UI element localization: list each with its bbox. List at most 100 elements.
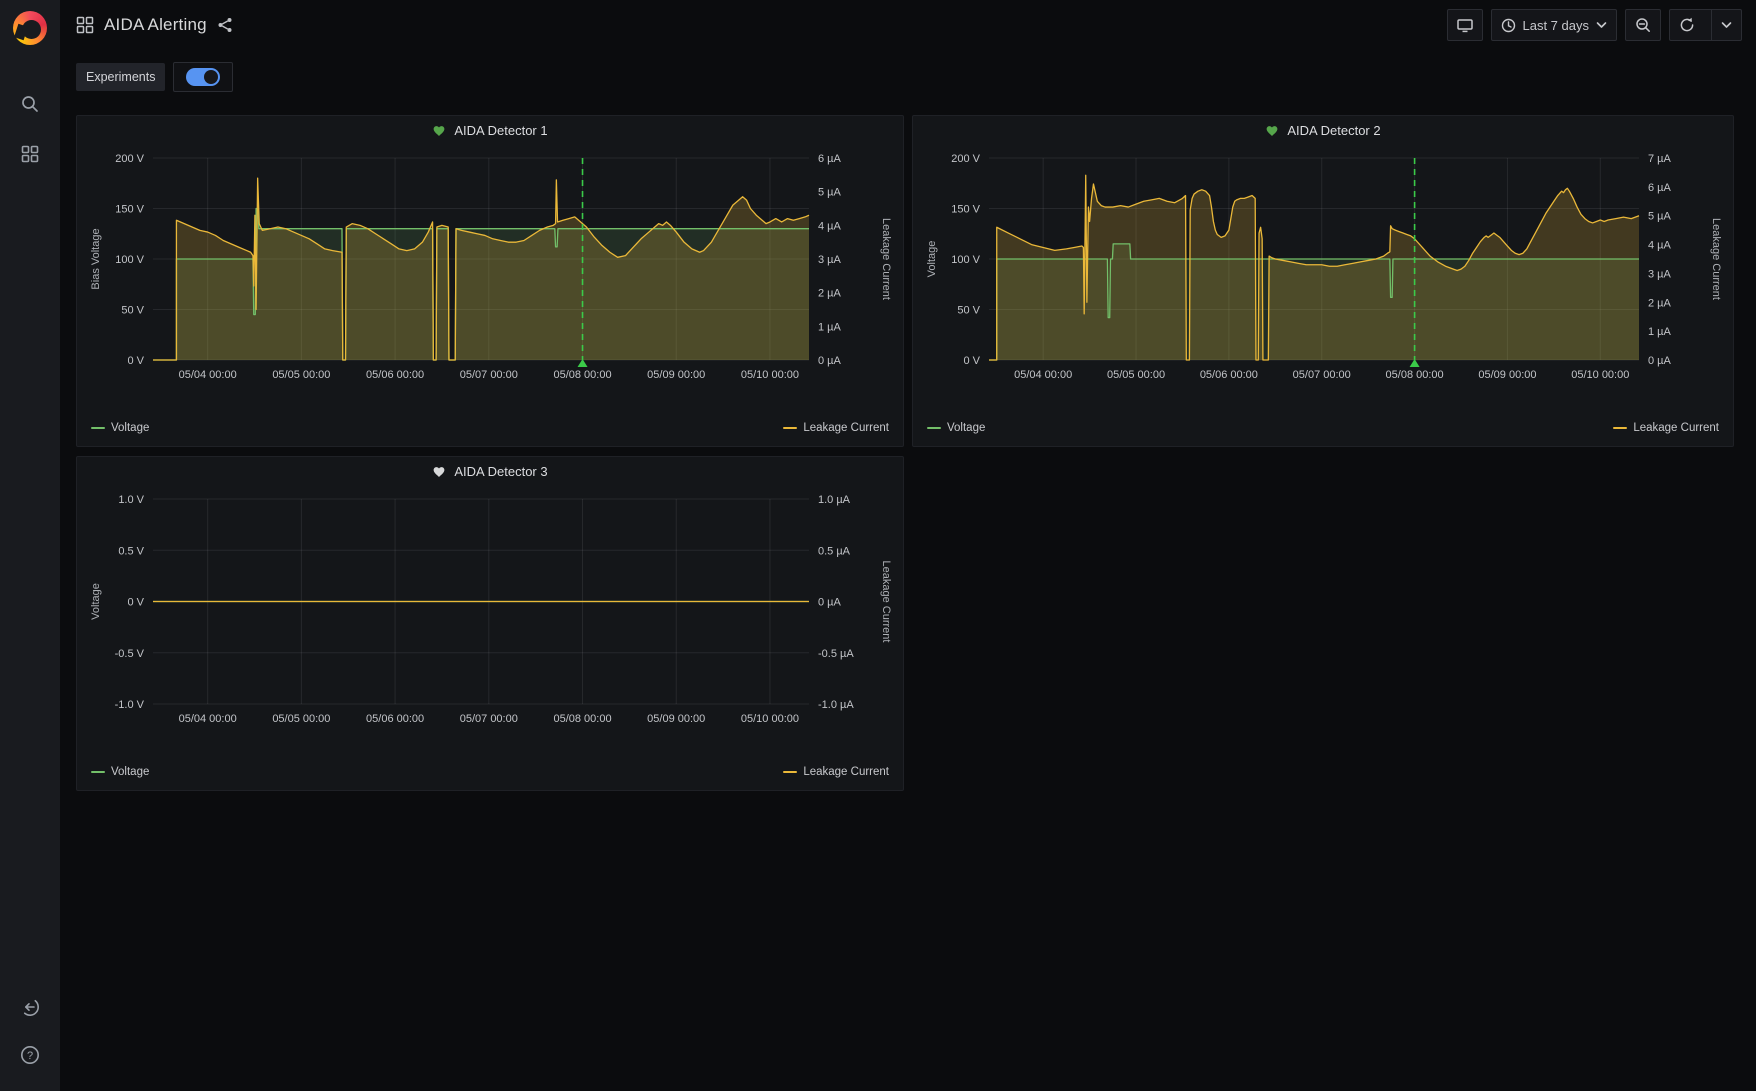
zoom-out-icon — [1635, 17, 1651, 33]
tv-icon — [1457, 18, 1473, 33]
page-title: AIDA Alerting — [104, 15, 207, 35]
experiments-label: Experiments — [76, 63, 165, 91]
timeseries-chart[interactable]: 05/04 00:0005/05 00:0005/06 00:0005/07 0… — [85, 144, 895, 396]
search-icon[interactable] — [0, 82, 60, 126]
leakage-series-swatch — [783, 427, 797, 430]
svg-text:05/08 00:00: 05/08 00:00 — [1386, 369, 1444, 381]
share-icon[interactable] — [217, 17, 233, 33]
help-icon[interactable]: ? — [0, 1033, 60, 1077]
svg-text:-1.0 V: -1.0 V — [115, 699, 145, 711]
svg-text:05/05 00:00: 05/05 00:00 — [272, 713, 330, 725]
svg-text:4 µA: 4 µA — [818, 220, 842, 232]
time-range-picker[interactable]: Last 7 days — [1491, 9, 1618, 41]
panel-title-text: AIDA Detector 3 — [454, 464, 547, 479]
legend-item-leakage-current[interactable]: Leakage Current — [783, 422, 889, 434]
svg-text:0 µA: 0 µA — [1648, 355, 1672, 367]
svg-text:05/04 00:00: 05/04 00:00 — [1014, 369, 1072, 381]
experiments-toggle[interactable] — [173, 62, 233, 92]
svg-text:150 V: 150 V — [115, 204, 144, 216]
svg-text:50 V: 50 V — [121, 305, 144, 317]
health-heart-icon — [432, 465, 446, 478]
grafana-app: ? AIDA Alerting — [0, 0, 1756, 1091]
zoom-out-button[interactable] — [1625, 9, 1661, 41]
svg-text:Voltage: Voltage — [90, 583, 102, 620]
experiments-toggle-track — [186, 68, 220, 86]
apps-grid-icon[interactable] — [0, 132, 60, 176]
svg-text:05/04 00:00: 05/04 00:00 — [179, 369, 237, 381]
svg-text:05/07 00:00: 05/07 00:00 — [1293, 369, 1351, 381]
legend: Voltage Leakage Current — [921, 416, 1725, 440]
panel-aida-detector-1: AIDA Detector 1 05/04 00:00 05/05 00:00 05… — [76, 115, 904, 447]
svg-text:1 µA: 1 µA — [818, 321, 842, 333]
refresh-icon — [1679, 17, 1695, 33]
svg-text:6 µA: 6 µA — [1648, 182, 1672, 194]
svg-text:5 µA: 5 µA — [1648, 211, 1672, 223]
legend-item-voltage[interactable]: Voltage — [91, 766, 149, 778]
svg-text:3 µA: 3 µA — [818, 254, 842, 266]
svg-text:Leakage Current: Leakage Current — [880, 561, 892, 643]
svg-text:05/09 00:00: 05/09 00:00 — [1478, 369, 1536, 381]
svg-text:Leakage Current: Leakage Current — [1710, 218, 1722, 300]
svg-text:0.5 V: 0.5 V — [118, 545, 144, 557]
svg-text:Bias Voltage: Bias Voltage — [90, 228, 102, 289]
timeseries-chart[interactable]: 05/04 00:0005/05 00:0005/06 00:0005/07 0… — [921, 144, 1725, 396]
health-heart-icon — [1265, 124, 1279, 137]
svg-text:0 V: 0 V — [127, 597, 144, 609]
grafana-logo[interactable] — [0, 2, 60, 54]
svg-text:Leakage Current: Leakage Current — [880, 218, 892, 300]
leakage-series-swatch — [783, 771, 797, 774]
svg-text:5 µA: 5 µA — [818, 187, 842, 199]
svg-text:0 V: 0 V — [963, 355, 980, 367]
svg-text:05/05 00:00: 05/05 00:00 — [272, 369, 330, 381]
svg-text:4 µA: 4 µA — [1648, 240, 1672, 252]
svg-text:1 µA: 1 µA — [1648, 326, 1672, 338]
panel-title[interactable]: AIDA Detector 3 — [85, 457, 895, 485]
svg-text:1.0 V: 1.0 V — [118, 494, 144, 506]
tv-mode-button[interactable] — [1447, 9, 1483, 41]
legend-item-voltage[interactable]: Voltage — [927, 422, 985, 434]
svg-text:?: ? — [27, 1050, 33, 1062]
svg-text:Voltage: Voltage — [926, 241, 938, 278]
svg-text:0.5 µA: 0.5 µA — [818, 545, 851, 557]
chevron-down-icon — [1721, 21, 1732, 29]
svg-text:05/10 00:00: 05/10 00:00 — [741, 369, 799, 381]
voltage-series-swatch — [927, 427, 941, 430]
svg-text:05/04 00:00: 05/04 00:00 — [179, 713, 237, 725]
svg-text:05/08 00:00: 05/08 00:00 — [553, 369, 611, 381]
dashboard-grid-icon[interactable] — [76, 16, 94, 34]
svg-text:05/07 00:00: 05/07 00:00 — [460, 369, 518, 381]
svg-text:6 µA: 6 µA — [818, 153, 842, 165]
svg-text:1.0 µA: 1.0 µA — [818, 494, 851, 506]
refresh-interval-dropdown[interactable] — [1711, 10, 1741, 40]
svg-text:0 µA: 0 µA — [818, 597, 842, 609]
panel-title[interactable]: AIDA Detector 2 — [921, 116, 1725, 144]
sidebar: ? — [0, 0, 60, 1091]
submenu: Experiments — [76, 62, 1756, 92]
svg-text:05/05 00:00: 05/05 00:00 — [1107, 369, 1165, 381]
svg-text:05/08 00:00: 05/08 00:00 — [553, 713, 611, 725]
svg-text:2 µA: 2 µA — [1648, 297, 1672, 309]
legend-item-voltage[interactable]: Voltage — [91, 422, 149, 434]
time-range-label: Last 7 days — [1523, 18, 1590, 33]
svg-text:-0.5 µA: -0.5 µA — [818, 648, 854, 660]
svg-text:2 µA: 2 µA — [818, 288, 842, 300]
svg-text:50 V: 50 V — [957, 305, 980, 317]
svg-text:200 V: 200 V — [951, 153, 980, 165]
refresh-button[interactable] — [1670, 10, 1704, 40]
svg-text:100 V: 100 V — [115, 254, 144, 266]
sign-in-icon[interactable] — [0, 985, 60, 1029]
experiments-toggle-knob — [204, 70, 218, 84]
page-header: AIDA Alerting Last 7 days — [60, 0, 1756, 50]
svg-text:05/10 00:00: 05/10 00:00 — [741, 713, 799, 725]
panel-title-text: AIDA Detector 2 — [1287, 123, 1380, 138]
legend-item-leakage-current[interactable]: Leakage Current — [783, 766, 889, 778]
panel-title-text: AIDA Detector 1 — [454, 123, 547, 138]
legend-item-leakage-current[interactable]: Leakage Current — [1613, 422, 1719, 434]
timeseries-chart[interactable]: 05/04 00:0005/05 00:0005/06 00:0005/07 0… — [85, 485, 895, 740]
panel-title[interactable]: AIDA Detector 1 — [85, 116, 895, 144]
legend: Voltage Leakage Current — [85, 760, 895, 784]
grafana-logo-icon — [13, 11, 47, 45]
svg-text:-1.0 µA: -1.0 µA — [818, 699, 854, 711]
main-content: AIDA Alerting Last 7 days — [60, 0, 1756, 1091]
svg-text:150 V: 150 V — [951, 204, 980, 216]
